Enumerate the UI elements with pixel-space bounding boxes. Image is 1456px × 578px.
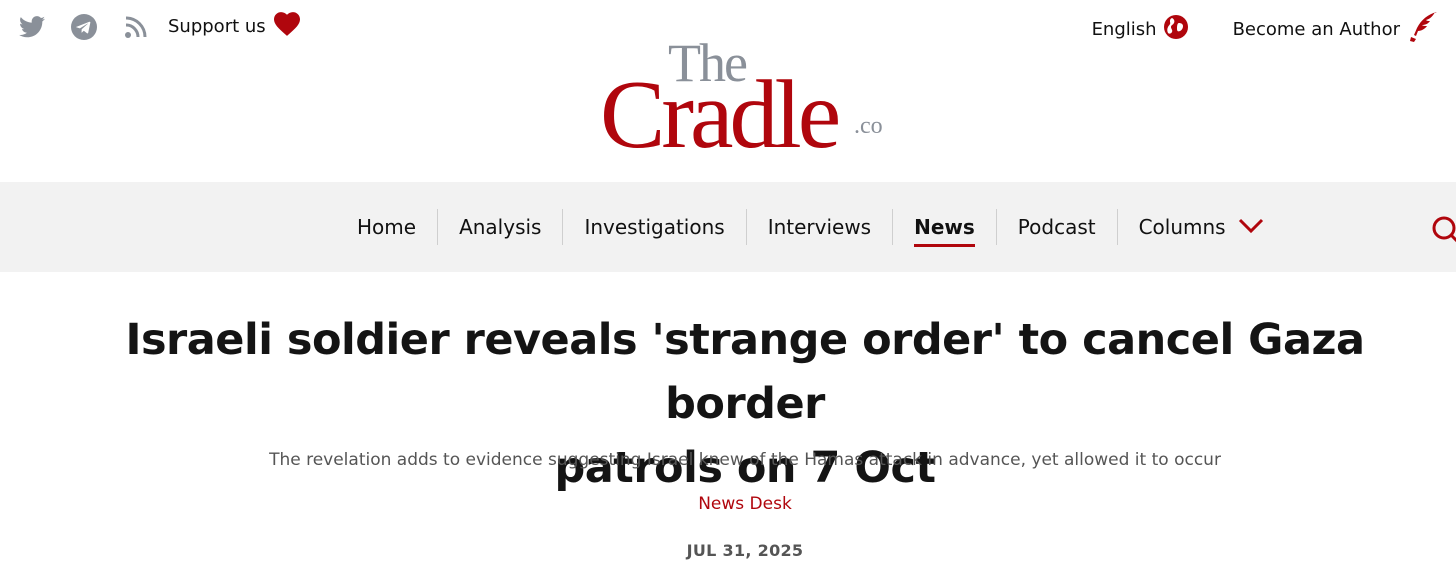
nav-item-label: Podcast: [1017, 215, 1096, 239]
support-us-link[interactable]: Support us: [168, 12, 300, 41]
telegram-icon[interactable]: [70, 13, 98, 41]
globe-icon: [1163, 14, 1189, 45]
become-author-label: Become an Author: [1232, 19, 1400, 40]
active-underline: [914, 244, 975, 247]
nav-list: Home Analysis Investigations Interviews …: [336, 182, 1285, 272]
heart-icon: [273, 12, 300, 41]
nav-item-analysis[interactable]: Analysis: [437, 209, 562, 245]
language-selector[interactable]: English: [1092, 14, 1189, 45]
headline-line-1: Israeli soldier reveals 'strange order' …: [125, 315, 1365, 429]
nav-item-home[interactable]: Home: [336, 209, 437, 245]
twitter-icon[interactable]: [18, 13, 46, 41]
support-us-label: Support us: [168, 16, 266, 37]
nav-item-label: Analysis: [459, 215, 542, 239]
become-author-link[interactable]: Become an Author: [1233, 12, 1438, 47]
nav-item-label: Investigations: [584, 215, 725, 239]
social-links: Support us: [18, 12, 300, 41]
site-logo[interactable]: The Cradle .co: [600, 36, 890, 164]
main-navigation: Home Analysis Investigations Interviews …: [0, 182, 1456, 272]
chevron-down-icon: [1238, 215, 1264, 239]
nav-item-label: Interviews: [767, 215, 872, 239]
article-byline[interactable]: News Desk: [40, 494, 1450, 514]
nav-item-investigations[interactable]: Investigations: [562, 209, 745, 245]
quill-icon: [1410, 12, 1438, 47]
top-right-links: English Become an Author: [1092, 12, 1438, 47]
article-date: JUL 31, 2025: [686, 541, 804, 560]
logo-cradle: Cradle: [600, 61, 841, 169]
rss-icon[interactable]: [122, 13, 150, 41]
language-label: English: [1091, 19, 1157, 40]
nav-item-columns[interactable]: Columns: [1116, 209, 1285, 245]
nav-item-label: News: [914, 215, 975, 239]
nav-item-podcast[interactable]: Podcast: [995, 209, 1117, 245]
nav-item-interviews[interactable]: Interviews: [745, 209, 892, 245]
article-subtitle: The revelation adds to evidence suggesti…: [269, 450, 1221, 470]
nav-item-label: Columns: [1138, 215, 1226, 239]
search-icon[interactable]: [1430, 214, 1456, 244]
nav-item-news[interactable]: News: [892, 209, 996, 247]
nav-item-label: Home: [357, 215, 417, 239]
logo-co: .co: [854, 113, 883, 139]
article-headline: Israeli soldier reveals 'strange order' …: [40, 308, 1450, 500]
